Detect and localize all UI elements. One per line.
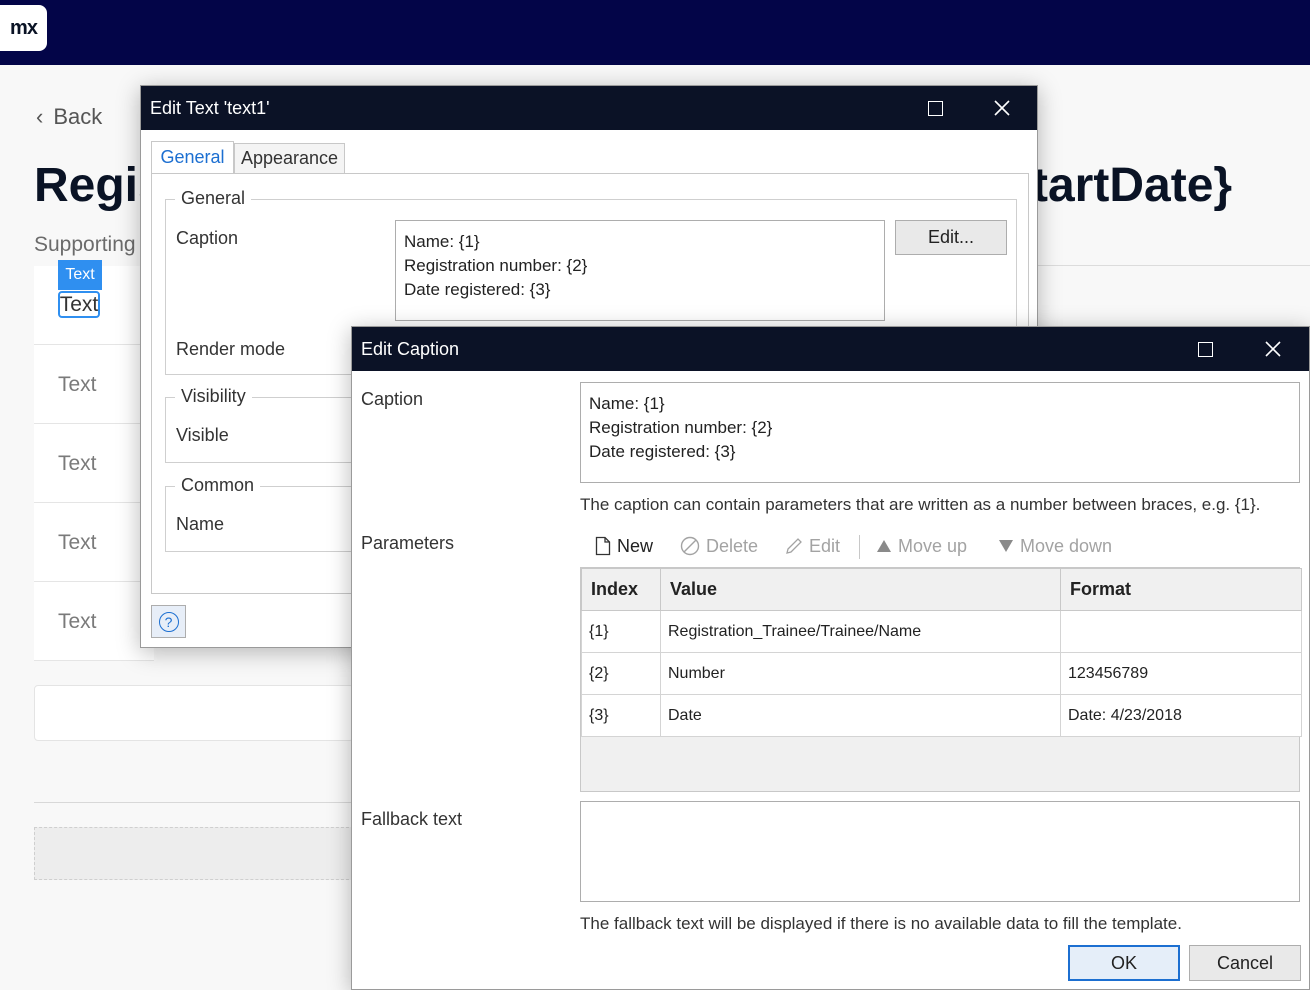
triangle-down-icon [999,540,1013,552]
maximize-button[interactable] [921,94,949,122]
triangle-up-icon [877,540,891,552]
back-link[interactable]: ‹ Back [36,104,102,130]
caption-line: Name: {1} [404,232,480,251]
cell-value: Date [660,694,1061,737]
tab-general[interactable]: General [151,141,234,174]
list-item[interactable]: Text [34,424,154,503]
back-label: Back [53,104,103,129]
list-item-label: Text [58,610,97,633]
caption-line: Date registered: {3} [589,442,736,461]
close-icon [1265,341,1281,357]
question-circle-icon: ? [158,611,179,632]
cell-index: {2} [581,652,661,695]
fallback-text-field[interactable] [580,801,1300,902]
ok-button[interactable]: OK [1068,945,1180,981]
name-label: Name [176,514,225,534]
column-header-format[interactable]: Format [1060,568,1302,611]
close-button[interactable] [1259,335,1287,363]
maximize-icon [927,100,943,116]
list-item[interactable]: Text [34,582,154,661]
delete-icon [680,536,700,556]
move-down-label: Move down [1020,535,1113,556]
fallback-text-label: Fallback text [361,809,463,829]
caption-line: Registration number: {2} [589,418,773,437]
fallback-hint: The fallback text will be displayed if t… [580,914,1182,933]
render-mode-label: Render mode [176,339,286,359]
caption-field[interactable]: Name: {1} Registration number: {2} Date … [395,220,885,321]
selected-text-widget[interactable]: Text [58,291,100,318]
table-header-row: Index Value Format [581,568,1302,611]
chevron-left-icon: ‹ [36,104,44,129]
cell-format: Date: 4/23/2018 [1060,694,1302,737]
dialog-title: Edit Caption [361,339,460,359]
close-icon [994,100,1010,116]
caption-line: Name: {1} [589,394,665,413]
cell-format: 123456789 [1060,652,1302,695]
help-button[interactable]: ? [151,605,186,638]
table-row[interactable]: {1} Registration_Trainee/Trainee/Name [581,610,1302,653]
dialog-title: Edit Text 'text1' [150,98,270,118]
caption-line: Registration number: {2} [404,256,588,275]
list-item-label: Text [58,452,97,475]
divider [1038,265,1310,266]
cancel-button[interactable]: Cancel [1189,945,1301,981]
edit-caption-button[interactable]: Edit... [895,220,1007,255]
supporting-text: Supporting [34,233,136,256]
move-up-button[interactable]: Move up [876,533,967,559]
edit-label: Edit [809,535,841,556]
cell-index: {1} [581,610,661,653]
background-divider [34,802,354,803]
list-item-label: Text [58,531,97,554]
visible-label: Visible [176,425,229,445]
cell-value: Registration_Trainee/Trainee/Name [660,610,1061,653]
cell-format [1060,610,1302,653]
close-button[interactable] [988,94,1016,122]
edit-parameter-button[interactable]: Edit [785,533,840,559]
list-item-label: Text [58,373,97,396]
tab-appearance[interactable]: Appearance [234,143,345,174]
list-item[interactable]: Text [34,503,154,582]
dialog-titlebar: Edit Text 'text1' [141,86,1037,130]
delete-parameter-button[interactable]: Delete [680,533,758,559]
maximize-button[interactable] [1191,335,1219,363]
toolbar-separator [859,535,860,559]
group-legend: General [175,188,252,209]
edit-caption-dialog: Edit Caption Caption Name: {1} Registrat… [351,326,1310,990]
group-legend: Visibility [175,386,252,407]
pencil-icon [786,538,802,554]
caption-label: Caption [361,389,424,409]
column-header-index[interactable]: Index [581,568,661,611]
parameters-label: Parameters [361,533,455,553]
background-card [34,685,354,741]
new-document-icon [595,536,611,556]
move-down-button[interactable]: Move down [998,533,1112,559]
dialog-titlebar: Edit Caption [352,327,1309,371]
group-legend: Common [175,475,261,496]
move-up-label: Move up [898,535,968,556]
list-item[interactable]: Text [34,345,154,424]
new-parameter-button[interactable]: New [595,533,653,559]
page-title-tail: tartDate} [1032,159,1233,212]
selection-tag: Text [58,260,102,290]
caption-line: Date registered: {3} [404,280,551,299]
cell-value: Number [660,652,1061,695]
column-header-value[interactable]: Value [660,568,1061,611]
caption-textarea[interactable]: Name: {1} Registration number: {2} Date … [580,382,1300,483]
drop-zone [34,827,354,880]
table-row[interactable]: {2} Number 123456789 [581,652,1302,695]
top-bar: mx [0,0,1310,65]
mendix-logo[interactable]: mx [0,5,47,51]
caption-hint: The caption can contain parameters that … [580,495,1261,514]
new-label: New [617,535,654,556]
caption-label: Caption [176,228,239,248]
table-row[interactable]: {3} Date Date: 4/23/2018 [581,694,1302,737]
parameters-table: Index Value Format {1} Registration_Trai… [580,567,1302,792]
cell-index: {3} [581,694,661,737]
maximize-icon [1197,341,1213,357]
delete-label: Delete [706,535,759,556]
